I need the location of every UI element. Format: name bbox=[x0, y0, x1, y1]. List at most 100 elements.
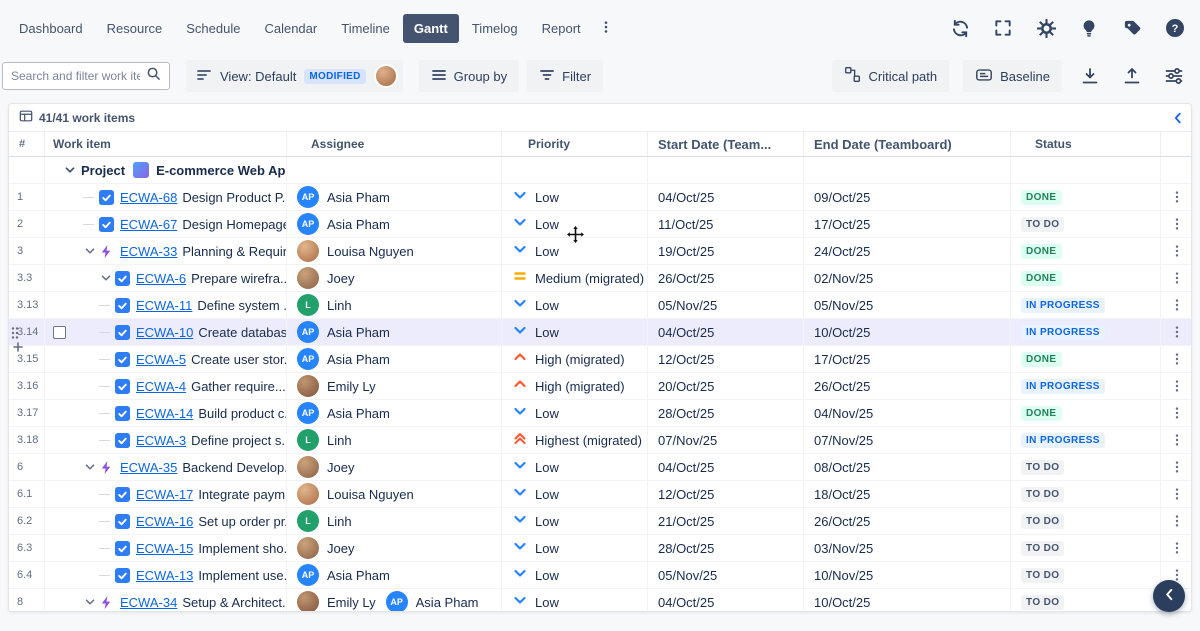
tab-timeline[interactable]: Timeline bbox=[330, 14, 401, 43]
start-date-cell[interactable]: 28/Oct/25 bbox=[648, 535, 804, 561]
priority-cell[interactable]: Low bbox=[502, 562, 648, 588]
start-date-cell[interactable]: 26/Oct/25 bbox=[648, 265, 804, 291]
status-cell[interactable]: IN PROGRESS bbox=[1011, 292, 1161, 318]
tab-report[interactable]: Report bbox=[531, 14, 592, 43]
collapse-fab-button[interactable] bbox=[1153, 580, 1185, 612]
work-item-key[interactable]: ECWA-34 bbox=[120, 595, 177, 610]
chevron-down-icon[interactable] bbox=[81, 595, 99, 609]
status-cell[interactable]: TO DO bbox=[1011, 211, 1161, 237]
assignee-cell[interactable]: LLinh bbox=[287, 292, 502, 318]
status-cell[interactable]: DONE bbox=[1011, 238, 1161, 264]
row-menu-button[interactable] bbox=[1161, 400, 1192, 426]
work-item-key[interactable]: ECWA-33 bbox=[120, 244, 177, 259]
import-upload-icon[interactable] bbox=[1118, 62, 1146, 90]
assignee-cell[interactable]: APAsia Pham bbox=[287, 400, 502, 426]
work-item-row[interactable]: 6.1ECWA-17Integrate paym...Louisa Nguyen… bbox=[9, 481, 1191, 508]
priority-cell[interactable]: Medium (migrated) bbox=[502, 265, 648, 291]
assignee-cell[interactable]: Joey bbox=[287, 265, 502, 291]
work-item-row[interactable]: 3.16ECWA-4Gather require...Emily LyHigh … bbox=[9, 373, 1191, 400]
assignee-cell[interactable]: APAsia Pham bbox=[287, 346, 502, 372]
start-date-cell[interactable]: 04/Oct/25 bbox=[648, 319, 804, 345]
tab-timelog[interactable]: Timelog bbox=[461, 14, 529, 43]
start-date-cell[interactable]: 05/Nov/25 bbox=[648, 292, 804, 318]
status-cell[interactable]: TO DO bbox=[1011, 535, 1161, 561]
row-menu-button[interactable] bbox=[1161, 535, 1192, 561]
start-date-cell[interactable]: 07/Nov/25 bbox=[648, 427, 804, 453]
settings-gear-icon[interactable] bbox=[1033, 15, 1059, 41]
priority-cell[interactable]: Low bbox=[502, 481, 648, 507]
header-end-date[interactable]: End Date (Teamboard) bbox=[804, 132, 1011, 156]
baseline-button[interactable]: Baseline bbox=[963, 60, 1062, 92]
work-item-row[interactable]: 3ECWA-33Planning & Requir...Louisa Nguye… bbox=[9, 238, 1191, 265]
end-date-cell[interactable]: 04/Nov/25 bbox=[804, 400, 1011, 426]
priority-cell[interactable]: Low bbox=[502, 508, 648, 534]
priority-cell[interactable]: Low bbox=[502, 211, 648, 237]
work-item-key[interactable]: ECWA-14 bbox=[136, 406, 193, 421]
status-cell[interactable]: TO DO bbox=[1011, 508, 1161, 534]
end-date-cell[interactable]: 05/Nov/25 bbox=[804, 292, 1011, 318]
status-cell[interactable]: TO DO bbox=[1011, 562, 1161, 588]
priority-cell[interactable]: High (migrated) bbox=[502, 346, 648, 372]
row-menu-button[interactable] bbox=[1161, 427, 1192, 453]
work-item-key[interactable]: ECWA-16 bbox=[136, 514, 193, 529]
work-item-row[interactable]: 6ECWA-35Backend Develop...JoeyLow04/Oct/… bbox=[9, 454, 1191, 481]
lightbulb-icon[interactable] bbox=[1076, 15, 1102, 41]
status-cell[interactable]: IN PROGRESS bbox=[1011, 427, 1161, 453]
work-item-row[interactable]: 3.13ECWA-11Define system ...LLinhLow05/N… bbox=[9, 292, 1191, 319]
priority-cell[interactable]: Low bbox=[502, 454, 648, 480]
work-item-key[interactable]: ECWA-6 bbox=[136, 271, 186, 286]
priority-cell[interactable]: Low bbox=[502, 589, 648, 612]
work-item-key[interactable]: ECWA-13 bbox=[136, 568, 193, 583]
status-cell[interactable]: DONE bbox=[1011, 184, 1161, 210]
start-date-cell[interactable]: 20/Oct/25 bbox=[648, 373, 804, 399]
group-by-button[interactable]: Group by bbox=[419, 60, 519, 92]
work-item-key[interactable]: ECWA-17 bbox=[136, 487, 193, 502]
priority-cell[interactable]: Low bbox=[502, 400, 648, 426]
end-date-cell[interactable]: 17/Oct/25 bbox=[804, 346, 1011, 372]
work-item-key[interactable]: ECWA-35 bbox=[120, 460, 177, 475]
header-number[interactable]: # bbox=[9, 132, 45, 156]
status-cell[interactable]: IN PROGRESS bbox=[1011, 319, 1161, 345]
row-menu-button[interactable] bbox=[1161, 508, 1192, 534]
chevron-down-icon[interactable] bbox=[61, 163, 79, 177]
view-settings-sliders-icon[interactable] bbox=[1160, 62, 1188, 90]
row-menu-button[interactable] bbox=[1161, 346, 1192, 372]
start-date-cell[interactable]: 12/Oct/25 bbox=[648, 481, 804, 507]
status-cell[interactable]: DONE bbox=[1011, 265, 1161, 291]
row-menu-button[interactable] bbox=[1161, 211, 1192, 237]
priority-cell[interactable]: Low bbox=[502, 535, 648, 561]
end-date-cell[interactable]: 03/Nov/25 bbox=[804, 535, 1011, 561]
work-item-key[interactable]: ECWA-11 bbox=[136, 298, 192, 313]
priority-cell[interactable]: Low bbox=[502, 319, 648, 345]
priority-cell[interactable]: High (migrated) bbox=[502, 373, 648, 399]
header-assignee[interactable]: Assignee bbox=[287, 132, 502, 156]
work-item-row[interactable]: 6.2ECWA-16Set up order pr...LLinhLow21/O… bbox=[9, 508, 1191, 535]
start-date-cell[interactable]: 19/Oct/25 bbox=[648, 238, 804, 264]
work-item-row[interactable]: 3.14ECWA-10Create databas...APAsia PhamL… bbox=[9, 319, 1191, 346]
sync-icon[interactable] bbox=[947, 15, 973, 41]
work-item-row[interactable]: 6.3ECWA-15Implement sho...JoeyLow28/Oct/… bbox=[9, 535, 1191, 562]
start-date-cell[interactable]: 21/Oct/25 bbox=[648, 508, 804, 534]
end-date-cell[interactable]: 07/Nov/25 bbox=[804, 427, 1011, 453]
assignee-cell[interactable]: APAsia Pham bbox=[287, 319, 502, 345]
work-item-row[interactable]: 3.18ECWA-3Define project s...LLinhHighes… bbox=[9, 427, 1191, 454]
priority-cell[interactable]: Highest (migrated) bbox=[502, 427, 648, 453]
view-selector[interactable]: View: Default MODIFIED bbox=[186, 60, 403, 92]
chevron-down-icon[interactable] bbox=[81, 460, 99, 474]
end-date-cell[interactable]: 09/Oct/25 bbox=[804, 184, 1011, 210]
end-date-cell[interactable]: 02/Nov/25 bbox=[804, 265, 1011, 291]
fullscreen-icon[interactable] bbox=[990, 15, 1016, 41]
work-item-row[interactable]: 6.4ECWA-13Implement use...APAsia PhamLow… bbox=[9, 562, 1191, 589]
row-menu-button[interactable] bbox=[1161, 373, 1192, 399]
work-item-key[interactable]: ECWA-15 bbox=[136, 541, 193, 556]
project-row[interactable]: Project E-commerce Web Application (ECWA… bbox=[9, 157, 1191, 184]
priority-cell[interactable]: Low bbox=[502, 184, 648, 210]
row-menu-button[interactable] bbox=[1161, 292, 1192, 318]
assignee-cell[interactable]: Louisa Nguyen bbox=[287, 238, 502, 264]
tab-dashboard[interactable]: Dashboard bbox=[8, 14, 94, 43]
row-menu-button[interactable] bbox=[1161, 238, 1192, 264]
assignee-cell[interactable]: APAsia Pham bbox=[287, 211, 502, 237]
assignee-cell[interactable]: Emily LyAPAsia Pham bbox=[287, 589, 502, 612]
row-menu-button[interactable] bbox=[1161, 454, 1192, 480]
status-cell[interactable]: TO DO bbox=[1011, 589, 1161, 612]
